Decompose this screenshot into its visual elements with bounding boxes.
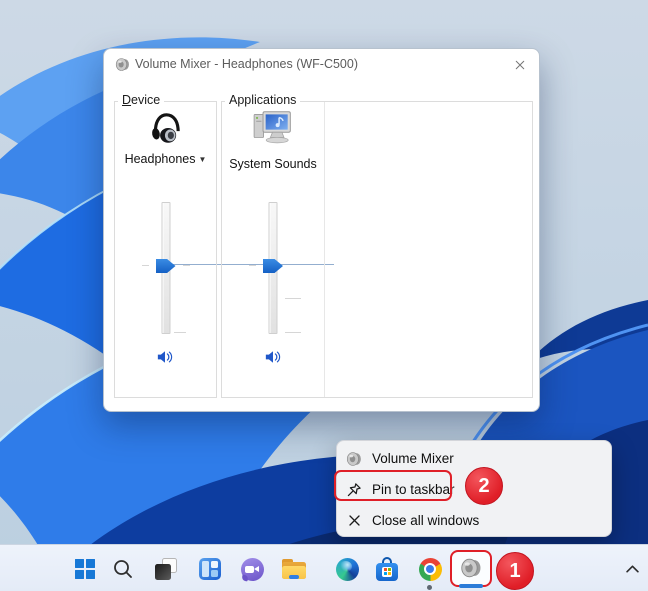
volume-mixer-button[interactable] <box>455 552 487 584</box>
speaker-icon <box>346 451 362 467</box>
chat-button[interactable] <box>236 553 268 585</box>
volume-mixer-active-indicator <box>459 584 483 588</box>
menu-item-close-all-windows[interactable]: Close all windows <box>337 505 611 536</box>
speaker-volume-icon <box>265 350 282 364</box>
speaker-volume-icon <box>157 350 174 364</box>
file-explorer-button[interactable] <box>278 553 310 585</box>
slider-thumb[interactable] <box>155 259 176 273</box>
device-mute-button[interactable] <box>154 347 178 367</box>
search-icon <box>112 558 134 580</box>
close-button[interactable] <box>507 53 533 76</box>
chevron-down-icon: ▼ <box>198 155 207 164</box>
search-button[interactable] <box>107 553 139 585</box>
microsoft-store-icon <box>376 557 398 581</box>
desktop: Volume Mixer - Headphones (WF-C500) Devi… <box>0 0 648 591</box>
title-bar[interactable]: Volume Mixer - Headphones (WF-C500) <box>104 49 539 79</box>
app-volume-slider[interactable] <box>249 202 301 334</box>
menu-item-label: Close all windows <box>372 513 480 528</box>
annotation-step-2: 2 <box>465 467 503 505</box>
system-sounds-icon <box>252 109 294 145</box>
app-mute-button[interactable] <box>261 347 285 367</box>
device-group-label: Device <box>118 93 165 107</box>
close-icon <box>346 513 362 529</box>
pin-icon <box>346 482 362 498</box>
headphones-icon <box>147 109 185 147</box>
start-button[interactable] <box>69 553 101 585</box>
annotation-step-1: 1 <box>496 552 534 590</box>
device-selector[interactable]: Headphones ▼ <box>115 152 216 166</box>
chevron-up-icon <box>626 565 639 573</box>
widgets-icon <box>199 558 221 580</box>
device-group: Device Headphones ▼ <box>114 93 217 398</box>
widgets-button[interactable] <box>194 553 226 585</box>
slider-thumb[interactable] <box>263 259 283 273</box>
chrome-running-indicator <box>427 585 432 590</box>
windows-logo-icon <box>75 559 95 579</box>
edge-button[interactable] <box>331 553 363 585</box>
task-view-button[interactable] <box>150 553 182 585</box>
system-sounds-column: System Sounds <box>222 102 325 397</box>
show-hidden-icons-button[interactable] <box>616 553 648 585</box>
close-icon <box>515 60 525 69</box>
chrome-button[interactable] <box>414 553 446 585</box>
applications-group: Applications System Sounds <box>221 93 533 398</box>
edge-icon <box>335 557 359 581</box>
app-name: System Sounds <box>229 157 317 171</box>
chat-icon <box>240 557 264 581</box>
menu-item-label: Volume Mixer <box>372 451 454 466</box>
speaker-icon <box>115 57 130 72</box>
window-title: Volume Mixer - Headphones (WF-C500) <box>135 57 358 71</box>
volume-mixer-window: Volume Mixer - Headphones (WF-C500) Devi… <box>103 48 540 412</box>
device-volume-slider[interactable] <box>141 202 190 334</box>
file-explorer-icon <box>282 559 306 579</box>
menu-item-label: Pin to taskbar <box>372 482 455 497</box>
store-button[interactable] <box>371 553 403 585</box>
speaker-icon <box>460 557 482 579</box>
task-view-icon <box>155 558 177 580</box>
chrome-icon <box>418 557 442 581</box>
